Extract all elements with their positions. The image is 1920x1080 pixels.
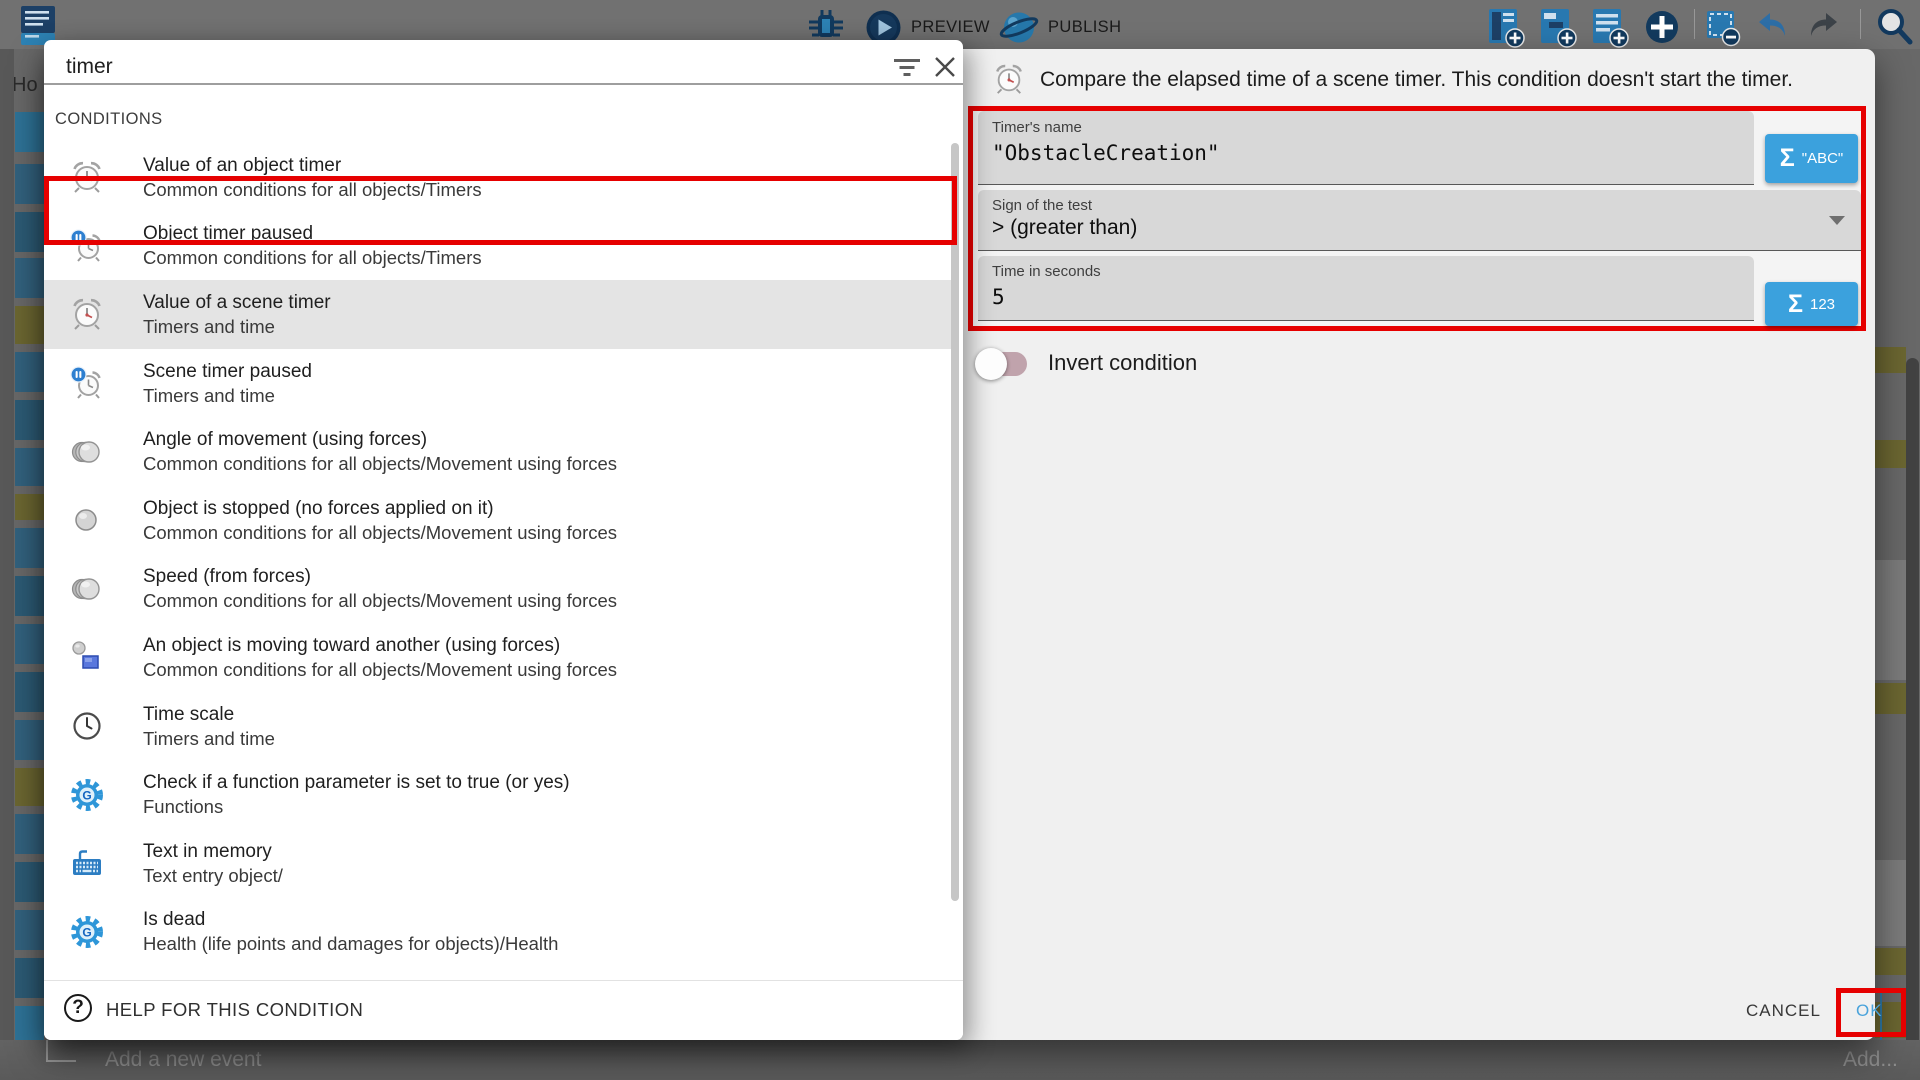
conditions-list: Value of an object timerCommon condition… xyxy=(44,143,957,966)
number-expression-button[interactable]: Σ 123 xyxy=(1765,282,1858,326)
remove-selection-icon[interactable] xyxy=(1704,8,1744,48)
events-sheet-bottom xyxy=(0,1040,1920,1080)
time-in-seconds-field[interactable]: Time in seconds 5 xyxy=(978,256,1754,321)
tree-connector xyxy=(46,1040,48,1062)
tree-connector xyxy=(46,1060,76,1062)
invert-condition-row: Invert condition xyxy=(963,348,1875,388)
annotation-box-form: Timer's name "ObstacleCreation" Σ "ABC" … xyxy=(968,106,1866,331)
list-item-selected[interactable]: Value of a scene timerTimers and time xyxy=(44,280,957,349)
scene-timer-icon xyxy=(993,63,1025,95)
search-input[interactable] xyxy=(66,52,766,82)
invert-condition-label: Invert condition xyxy=(1048,350,1197,376)
toolbar-divider xyxy=(1694,9,1695,39)
add-condition-icon[interactable] xyxy=(1643,8,1681,46)
publish-button[interactable]: PUBLISH xyxy=(1048,18,1121,37)
list-item[interactable]: Object is stopped (no forces applied on … xyxy=(44,486,957,555)
function-gear-icon xyxy=(70,915,104,949)
clock-icon xyxy=(70,709,104,743)
timer-name-field[interactable]: Timer's name "ObstacleCreation" xyxy=(978,111,1754,185)
list-scrollbar[interactable] xyxy=(951,143,959,901)
sign-of-test-select[interactable]: Sign of the test > (greater than) xyxy=(978,190,1861,251)
list-item[interactable]: Check if a function parameter is set to … xyxy=(44,760,957,829)
string-expression-button[interactable]: Σ "ABC" xyxy=(1765,134,1858,183)
list-item[interactable]: An object is moving toward another (usin… xyxy=(44,623,957,692)
list-item[interactable]: Angle of movement (using forces)Common c… xyxy=(44,417,957,486)
function-gear-icon xyxy=(70,778,104,812)
add-subevent-icon[interactable] xyxy=(1539,7,1579,49)
help-icon: ? xyxy=(64,994,92,1022)
publish-globe-icon[interactable] xyxy=(999,9,1039,46)
forces-stack-icon xyxy=(70,435,104,469)
search-underline xyxy=(44,83,963,85)
time-value[interactable]: 5 xyxy=(992,285,1005,309)
filter-icon[interactable] xyxy=(892,57,922,79)
condition-description-row: Compare the elapsed time of a scene time… xyxy=(963,49,1875,107)
cancel-button[interactable]: CANCEL xyxy=(1746,1001,1821,1021)
condition-description: Compare the elapsed time of a scene time… xyxy=(1040,68,1793,92)
redo-icon[interactable] xyxy=(1808,10,1844,42)
help-link[interactable]: HELP FOR THIS CONDITION xyxy=(106,999,363,1021)
list-item[interactable]: Time scaleTimers and time xyxy=(44,692,957,761)
timer-name-value[interactable]: "ObstacleCreation" xyxy=(992,141,1220,165)
annotation-box-ok xyxy=(1836,988,1906,1037)
undo-icon[interactable] xyxy=(1756,10,1792,42)
invert-toggle[interactable] xyxy=(975,348,1007,380)
debugger-icon[interactable] xyxy=(806,8,846,44)
toolbar-divider xyxy=(1860,9,1861,39)
annotation-box-selected-item xyxy=(44,176,957,245)
preview-button[interactable]: PREVIEW xyxy=(911,18,990,37)
sign-label: Sign of the test xyxy=(992,197,1092,214)
add-comment-icon[interactable] xyxy=(1591,7,1631,49)
tab-home[interactable]: Ho xyxy=(12,74,38,97)
scene-timer-icon xyxy=(70,297,104,331)
sign-value: > (greater than) xyxy=(992,216,1137,240)
list-item[interactable]: Is deadHealth (life points and damages f… xyxy=(44,898,957,967)
list-item[interactable]: Speed (from forces)Common conditions for… xyxy=(44,555,957,624)
forces-stack-icon xyxy=(70,572,104,606)
close-icon[interactable] xyxy=(932,54,958,80)
list-item[interactable]: Text in memoryText entry object/ xyxy=(44,829,957,898)
force-toward-icon xyxy=(70,640,104,674)
keyboard-icon xyxy=(70,846,104,880)
scene-timer-paused-icon xyxy=(70,366,104,400)
events-sheet-left-rail xyxy=(0,49,14,1080)
events-sheet-scrollbar[interactable] xyxy=(1906,358,1919,1080)
time-label: Time in seconds xyxy=(992,263,1101,280)
timer-name-label: Timer's name xyxy=(992,119,1082,136)
list-item[interactable]: Scene timer pausedTimers and time xyxy=(44,349,957,418)
search-events-icon[interactable] xyxy=(1874,6,1916,48)
add-new-event-button[interactable]: Add a new event xyxy=(105,1048,261,1072)
conditions-section-header: CONDITIONS xyxy=(55,110,163,129)
condition-search-popover: CONDITIONS Value of an object timerCommo… xyxy=(44,40,963,1040)
force-single-icon xyxy=(70,503,104,537)
popover-footer: ? HELP FOR THIS CONDITION xyxy=(44,980,963,1040)
chevron-down-icon xyxy=(1829,216,1845,225)
sigma-icon: Σ xyxy=(1788,290,1803,319)
sigma-icon: Σ xyxy=(1780,144,1795,173)
add-more-button[interactable]: Add... xyxy=(1843,1048,1898,1072)
add-event-icon[interactable] xyxy=(1487,7,1527,49)
